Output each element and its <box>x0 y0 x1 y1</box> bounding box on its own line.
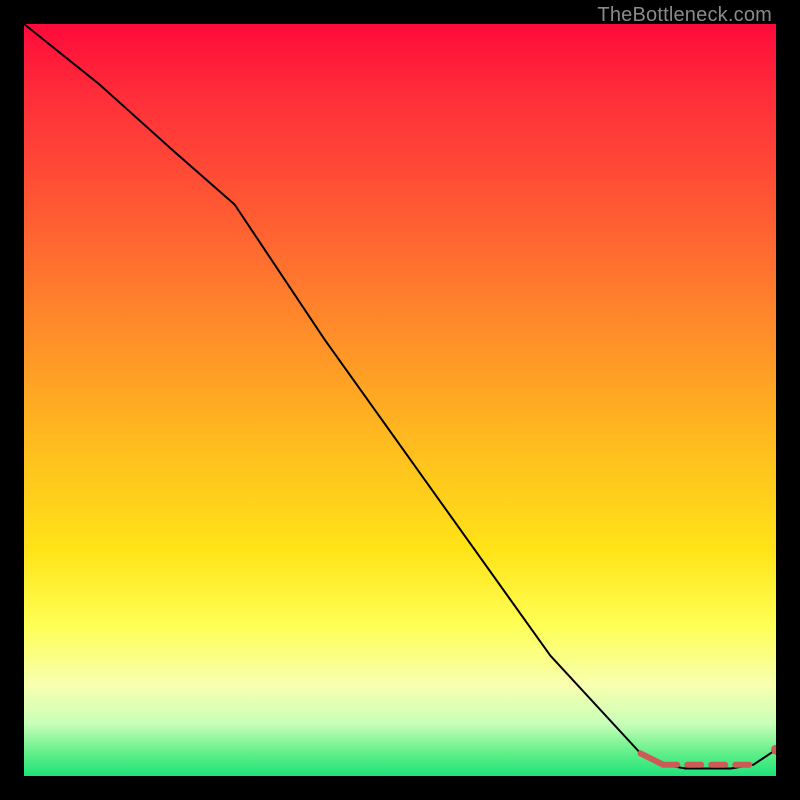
chart-overlay <box>24 24 776 776</box>
highlight-descent-segment <box>641 753 664 764</box>
chart-frame: TheBottleneck.com <box>0 0 800 800</box>
bottleneck-curve <box>24 24 776 769</box>
plot-area <box>24 24 776 776</box>
